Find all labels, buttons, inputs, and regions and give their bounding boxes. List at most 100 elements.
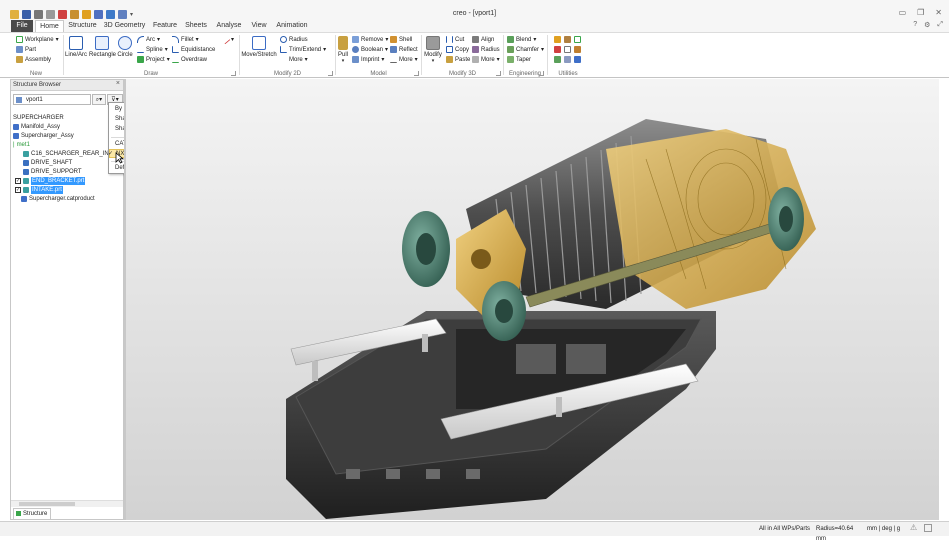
viewport-selector[interactable]: vport1 — [13, 94, 91, 105]
tab-view[interactable]: View — [248, 20, 270, 32]
shell-button[interactable]: Shell — [390, 36, 412, 43]
overdraw-button[interactable]: Overdraw — [172, 56, 207, 63]
paste-button[interactable]: Paste — [446, 56, 470, 63]
pull-icon — [338, 36, 348, 50]
spline-button[interactable]: Spline ▾ — [137, 46, 168, 53]
more-model-button[interactable]: More ▾ — [390, 56, 418, 63]
ribbon-options-icon[interactable]: ⚙ — [924, 21, 930, 29]
tree-item[interactable]: | met1 — [13, 141, 30, 149]
tree-item-root[interactable]: SUPERCHARGER — [13, 114, 64, 122]
assembly-button[interactable]: Assembly — [16, 56, 51, 63]
group-launcher-icon[interactable] — [539, 71, 544, 76]
equidistance-button[interactable]: Equidistance — [172, 46, 215, 53]
box-select-icon[interactable] — [574, 36, 581, 43]
database-icon[interactable] — [574, 56, 581, 63]
tab-structure-browser[interactable]: Structure — [13, 508, 51, 519]
more-2d-button[interactable]: More ▾ — [289, 56, 308, 64]
minimize-icon[interactable]: ▭ — [899, 8, 907, 17]
fillet-icon — [172, 36, 179, 43]
checkbox-icon[interactable]: ✓ — [15, 187, 21, 193]
reflect-button[interactable]: Reflect — [390, 46, 418, 53]
circle-button[interactable]: Circle — [117, 36, 133, 58]
tab-3d-geometry[interactable]: 3D Geometry — [101, 20, 148, 32]
tab-animation[interactable]: Animation — [272, 20, 312, 32]
part-button[interactable]: Part — [16, 46, 36, 53]
group-label-modify-3d: Modify 3D — [448, 71, 476, 77]
cut-button[interactable]: Cut — [446, 36, 464, 43]
3d-viewport[interactable] — [126, 79, 939, 520]
workplane-button[interactable]: Workplane ▾ — [16, 36, 59, 43]
pointer-red-icon[interactable] — [554, 46, 561, 53]
tree-item[interactable]: DRIVE_SHAFT — [23, 159, 72, 167]
arc-button[interactable]: Arc ▾ — [137, 36, 160, 43]
boolean-button[interactable]: Boolean ▾ — [352, 46, 388, 53]
close-icon[interactable]: ✕ — [935, 8, 942, 17]
pull-button[interactable]: Pull ▾ — [336, 36, 350, 64]
assembly-icon — [16, 56, 23, 63]
group-label-new: New — [29, 71, 42, 77]
measure-icon[interactable] — [564, 36, 571, 43]
imprint-button[interactable]: Imprint ▾ — [352, 56, 384, 63]
radius-2d-button[interactable]: Radius — [280, 36, 308, 43]
help-icon[interactable]: ? — [913, 21, 917, 29]
find-button[interactable]: ⌕▾ — [92, 94, 106, 105]
branch-icon: | — [13, 142, 15, 148]
project-button[interactable]: Project ▾ — [137, 56, 170, 63]
tab-structure[interactable]: Structure — [66, 20, 99, 32]
horizontal-scrollbar[interactable] — [11, 500, 123, 507]
tree-item[interactable]: Supercharger_Assy — [13, 132, 74, 140]
more-3d-button[interactable]: More ▾ — [472, 56, 500, 63]
selection-filter[interactable]: All in All WPs/Parts — [736, 524, 810, 534]
line-arc-button[interactable]: Line/Arc — [64, 36, 88, 58]
reset-icon[interactable] — [554, 56, 561, 63]
tree-item-selected[interactable]: ✓ END_BRACKET.prt — [15, 177, 86, 185]
fillet-button[interactable]: Fillet ▾ — [172, 36, 199, 43]
move-stretch-button[interactable]: Move/Stretch — [240, 36, 278, 58]
tree-item[interactable]: Supercharger.catproduct — [21, 195, 95, 203]
align-button[interactable]: Align — [472, 36, 494, 43]
warning-icon[interactable]: ⚠ — [910, 523, 920, 534]
title-bar: ▾ creo - [vport1] ▭ ❐ ✕ — [0, 0, 949, 20]
layer-icon[interactable] — [564, 56, 571, 63]
scrollbar-thumb[interactable] — [19, 502, 75, 506]
tab-sheets[interactable]: Sheets — [182, 20, 210, 32]
tab-home[interactable]: Home — [35, 20, 64, 32]
ribbon-group-draw: Line/Arc Rectangle Circle Arc ▾ Spline ▾ P… — [64, 33, 238, 77]
tree-item[interactable]: DRIVE_SUPPORT — [23, 168, 82, 176]
pen-button[interactable]: ▾ — [220, 34, 234, 45]
restore-icon[interactable]: ❐ — [917, 8, 924, 17]
remove-button[interactable]: Remove ▾ — [352, 36, 388, 43]
tab-file[interactable]: File — [11, 20, 33, 32]
units-readout[interactable]: mm | deg | g — [867, 524, 907, 534]
rectangle-button[interactable]: Rectangle — [89, 36, 116, 58]
grid-utility-icon[interactable] — [574, 46, 581, 53]
supercharger-model[interactable] — [126, 79, 939, 520]
group-launcher-icon[interactable] — [496, 71, 501, 76]
tab-analyse[interactable]: Analyse — [212, 20, 246, 32]
radius-3d-button[interactable]: Radius — [472, 46, 500, 53]
trim-extend-button[interactable]: Trim/Extend ▾ — [280, 46, 326, 53]
tree-item[interactable]: C16_SCHARGER_REAR_INF — [23, 150, 112, 158]
chamfer-button[interactable]: Chamfer ▾ — [507, 46, 544, 53]
expand-icon[interactable]: ⤢ — [937, 21, 943, 29]
checkbox-icon[interactable]: ✓ — [15, 178, 21, 184]
tab-feature[interactable]: Feature — [150, 20, 180, 32]
close-icon[interactable]: × — [116, 80, 120, 87]
taper-button[interactable]: Taper — [507, 56, 531, 63]
group-launcher-icon[interactable] — [414, 71, 419, 76]
chevron-down-icon: ▾ — [157, 37, 161, 43]
group-label-modify-2d: Modify 2D — [273, 71, 301, 77]
group-launcher-icon[interactable] — [328, 71, 333, 76]
ribbon-group-modify-3d: Modify ▾ Cut Copy Paste Align Radius More… — [422, 33, 503, 77]
select-pointer-icon[interactable] — [554, 36, 561, 43]
radius-readout: Radius=40.64 mm — [816, 526, 854, 542]
copy-button[interactable]: Copy — [446, 46, 469, 53]
status-bar: All in All WPs/Parts Radius=40.64 mm mm … — [0, 521, 949, 542]
group-launcher-icon[interactable] — [231, 71, 236, 76]
notification-icon[interactable] — [924, 524, 932, 532]
modify-button[interactable]: Modify ▾ — [422, 36, 444, 64]
tree-item[interactable]: Manifold_Assy — [13, 123, 60, 131]
blend-button[interactable]: Blend ▾ — [507, 36, 536, 43]
tree-item-selected[interactable]: ✓ INTAKE.prt — [15, 186, 63, 194]
crosshair-icon[interactable] — [564, 46, 571, 53]
